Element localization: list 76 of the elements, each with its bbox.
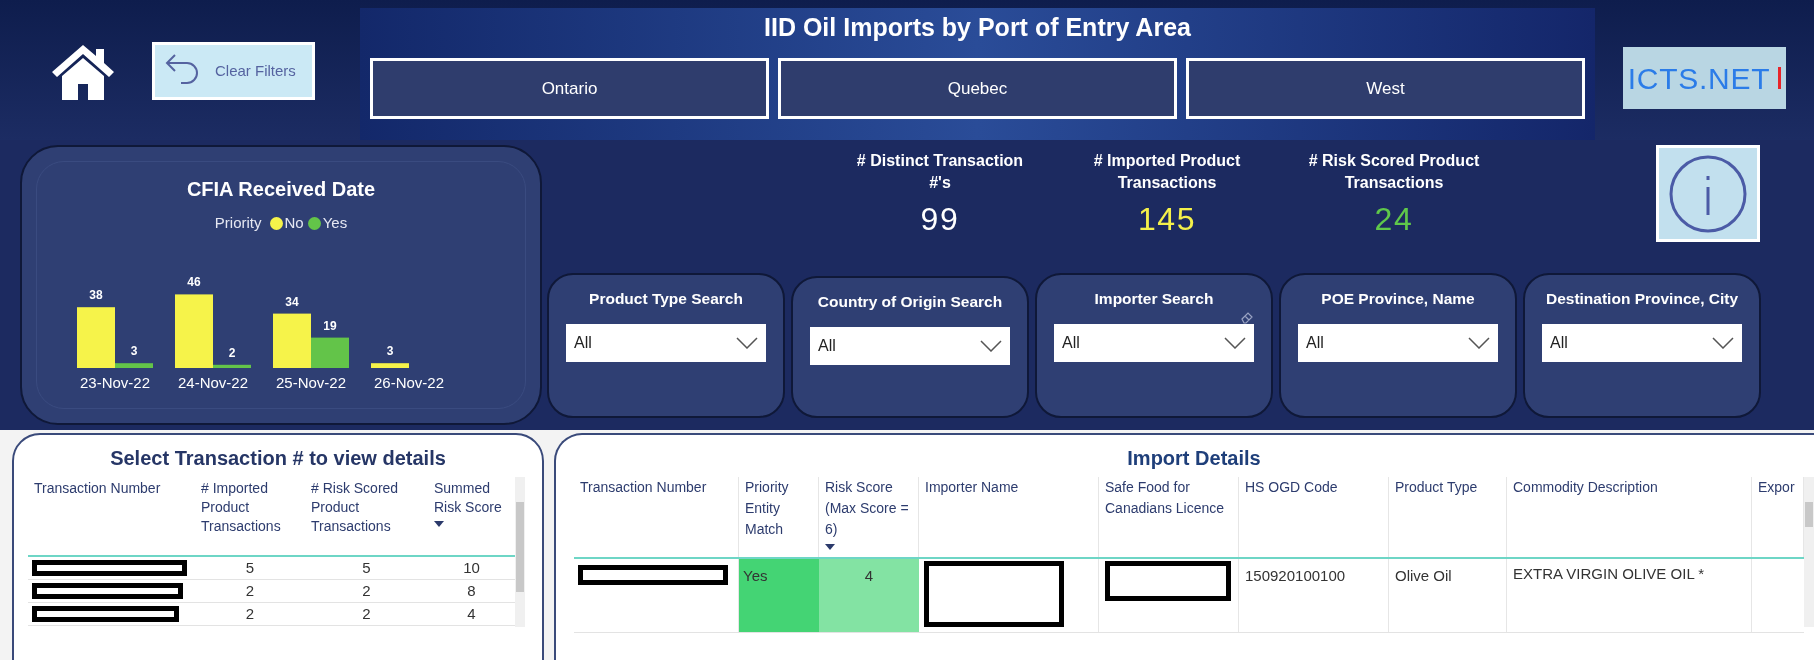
slicer-dropdown[interactable]: All	[566, 324, 766, 363]
chevron-down-icon	[980, 340, 1002, 353]
table-cell-text: 2	[361, 580, 372, 601]
legend-label: Yes	[322, 213, 348, 233]
column-header[interactable]: Importer Name	[919, 477, 1099, 557]
kpi-label: # Distinct Transaction #'s	[855, 151, 1025, 193]
kpi-value: 145	[1137, 200, 1197, 239]
table-cell: Olive Oil	[1389, 559, 1507, 632]
slicer-label: Destination Province, City	[1545, 289, 1739, 309]
kpi-label: # Imported Product Transactions	[1092, 151, 1242, 193]
clear-filters-button[interactable]: Clear Filters	[152, 42, 315, 100]
table-title: Import Details	[1126, 446, 1262, 471]
table-cell-text: 5	[244, 557, 256, 578]
region-button[interactable]: Ontario	[370, 58, 769, 119]
column-header[interactable]: Safe Food for Canadians Licence	[1099, 477, 1239, 557]
table-cell: EXTRA VIRGIN OLIVE OIL *	[1507, 559, 1752, 632]
page-title: IID Oil Imports by Port of Entry Area	[764, 12, 1191, 43]
table-cell: Yes	[739, 559, 819, 632]
info-button[interactable]	[1656, 145, 1760, 242]
column-header[interactable]: Transaction Number	[574, 477, 739, 557]
slicer-label: Product Type Search	[589, 289, 743, 309]
logo-bar-icon	[1778, 67, 1782, 89]
legend-title: Priority	[214, 213, 262, 233]
category-label: 24-Nov-22	[178, 373, 248, 391]
region-button[interactable]: Quebec	[778, 58, 1177, 119]
table-cell-text: 2	[361, 603, 372, 624]
bar-value-label: 46	[187, 274, 201, 289]
column-header[interactable]: # Risk Scored Product Transactions	[305, 479, 428, 555]
bar-value-label: 34	[285, 294, 299, 309]
bar-value-label: 3	[130, 343, 138, 358]
table-title: Select Transaction # to view details	[109, 446, 447, 471]
kpi-value: 99	[920, 200, 960, 239]
chevron-down-icon	[736, 337, 758, 350]
column-header[interactable]: Summed Risk Score	[428, 479, 515, 555]
chevron-down-icon	[1712, 337, 1734, 350]
chevron-down-icon	[1468, 337, 1490, 350]
column-header[interactable]: Product Type	[1389, 477, 1507, 557]
slicer-dropdown[interactable]: All	[1054, 324, 1254, 363]
scrollbar[interactable]	[515, 477, 525, 627]
legend-label: No	[284, 213, 304, 233]
table-cell: 4	[819, 559, 919, 632]
table-cell-text: 10	[462, 557, 481, 578]
category-label: 25-Nov-22	[276, 373, 346, 391]
table-cell-text: 4	[466, 603, 477, 624]
column-header[interactable]: Risk Score (Max Score = 6)	[819, 477, 919, 557]
chevron-down-icon	[1224, 337, 1246, 350]
table-cell-text: 8	[466, 580, 477, 601]
column-header[interactable]: Priority Entity Match	[739, 477, 819, 557]
logo: ICTS.NET	[1623, 47, 1786, 109]
table-cell-text: 2	[244, 580, 256, 601]
scrollbar[interactable]	[1804, 477, 1814, 627]
kpi-label: # Risk Scored Product Transactions	[1307, 151, 1481, 193]
category-label: 26-Nov-22	[374, 373, 444, 391]
home-icon[interactable]	[50, 42, 116, 100]
bar-value-label: 19	[323, 318, 337, 333]
slicer-dropdown[interactable]: All	[1298, 324, 1498, 363]
table-cell: 150920100100	[1239, 559, 1389, 632]
slicer-label: POE Province, Name	[1321, 289, 1475, 309]
table-cell-text: 2	[244, 603, 256, 624]
slicer-dropdown[interactable]: All	[810, 327, 1010, 366]
region-button[interactable]: West	[1186, 58, 1585, 119]
bar-value-label: 3	[386, 343, 394, 358]
slicer-label: Country of Origin Search	[817, 292, 1003, 312]
column-header[interactable]: # Imported Product Transactions	[195, 479, 305, 555]
slicer-dropdown[interactable]: All	[1542, 324, 1742, 363]
table-cell-text: 5	[361, 557, 372, 578]
column-header[interactable]: Transaction Number	[28, 479, 195, 555]
column-header[interactable]: HS OGD Code	[1239, 477, 1389, 557]
info-icon	[1668, 153, 1748, 234]
column-header[interactable]: Commodity Description	[1507, 477, 1752, 557]
bar-value-label: 2	[228, 345, 236, 360]
kpi-value: 24	[1374, 200, 1414, 239]
chart-title: CFIA Received Date	[186, 177, 376, 202]
bar-value-label: 38	[89, 287, 103, 302]
category-label: 23-Nov-22	[80, 373, 150, 391]
slicer-label: Importer Search	[1094, 289, 1214, 309]
